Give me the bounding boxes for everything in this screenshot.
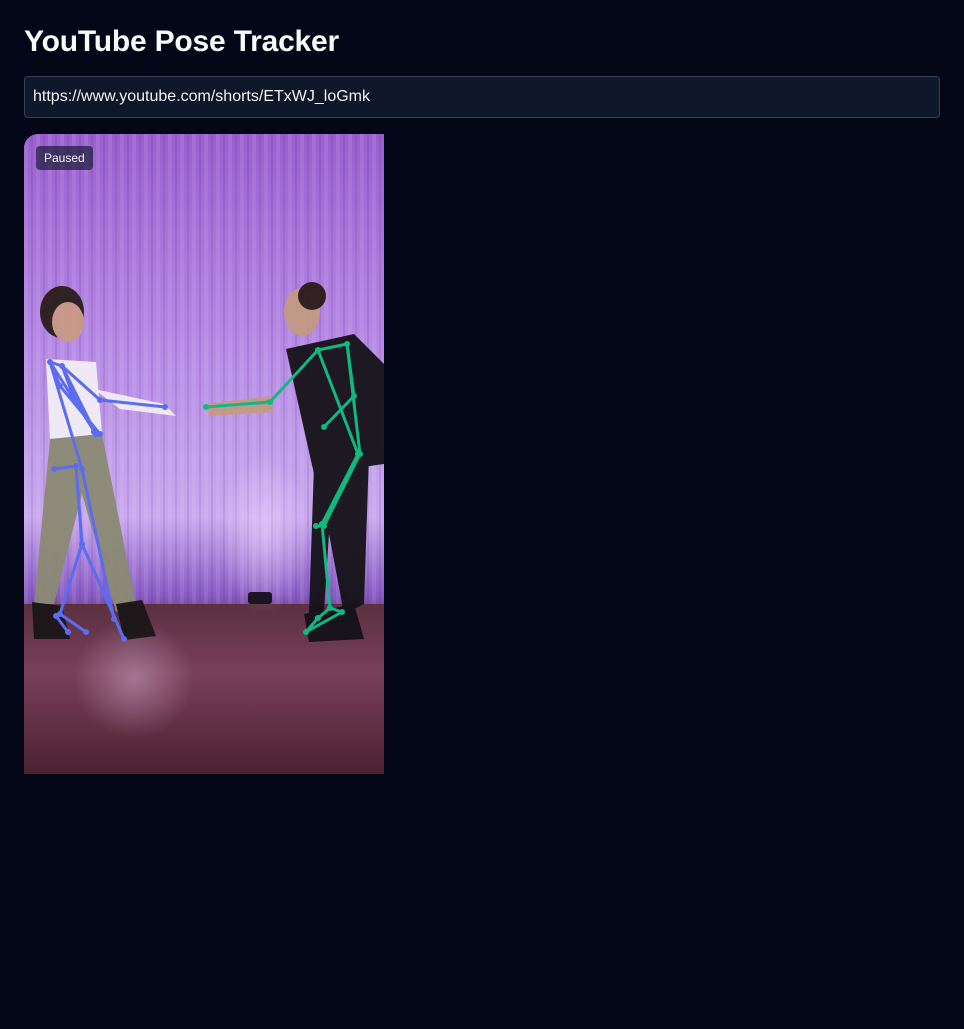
- right-pose-keypoint: [203, 404, 209, 410]
- left-pose-keypoint: [91, 429, 97, 435]
- right-pose-keypoint: [313, 523, 319, 529]
- left-pose-keypoint: [73, 463, 79, 469]
- right-pose-keypoint: [315, 347, 321, 353]
- left-pose-keypoint: [162, 404, 168, 410]
- app-root: YouTube Pose Tracker https://www.youtube…: [0, 0, 964, 1029]
- left-pose-keypoint: [79, 541, 85, 547]
- right-pose-keypoint: [339, 609, 345, 615]
- video-player[interactable]: Paused: [24, 134, 384, 774]
- left-pose-keypoint: [83, 629, 89, 635]
- right-pose-keypoint: [344, 341, 350, 347]
- left-pose-keypoint: [57, 383, 63, 389]
- left-pose-keypoint: [71, 395, 77, 401]
- left-pose-keypoint: [121, 636, 127, 642]
- page-title: YouTube Pose Tracker: [24, 25, 339, 58]
- left-pose-keypoint: [97, 431, 103, 437]
- left-pose-keypoint: [65, 629, 71, 635]
- right-pose-keypoint: [267, 399, 273, 405]
- youtube-url-input[interactable]: [24, 76, 940, 118]
- left-pose-keypoint: [79, 466, 85, 472]
- left-pose-keypoint: [111, 616, 117, 622]
- left-pose-keypoint: [51, 466, 57, 472]
- left-pose-keypoint: [53, 613, 59, 619]
- right-pose-keypoint: [303, 629, 309, 635]
- right-pose-keypoint: [327, 605, 333, 611]
- right-pose-keypoint: [321, 424, 327, 430]
- right-pose-keypoint: [351, 393, 357, 399]
- right-pose-keypoint: [315, 615, 321, 621]
- right-pose-keypoint: [321, 523, 327, 529]
- video-frame: [24, 134, 384, 774]
- left-pose-keypoint: [59, 363, 65, 369]
- playback-status-badge: Paused: [36, 146, 93, 170]
- right-pose-keypoint: [357, 451, 363, 457]
- left-pose-keypoint: [47, 359, 53, 365]
- left-pose-keypoint: [97, 397, 103, 403]
